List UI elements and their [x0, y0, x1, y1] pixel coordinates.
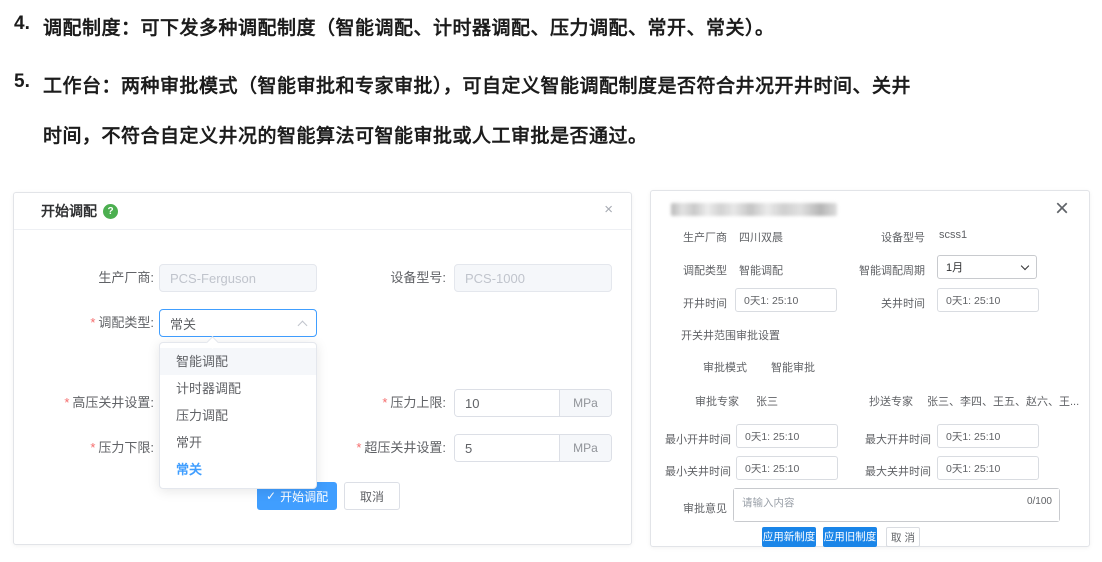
min-open-time-label: 最小开井时间 [651, 431, 731, 447]
device-model-label: 设备型号 [849, 229, 925, 245]
min-close-time-label: 最小关井时间 [651, 463, 731, 479]
close-time-label: 关井时间 [849, 295, 925, 311]
redacted-dialog-title [671, 203, 837, 216]
overpressure-close-input[interactable] [455, 435, 559, 461]
dropdown-option-timer[interactable]: 计时器调配 [160, 375, 316, 402]
approval-expert-value: 张三 [756, 393, 778, 409]
approval-opinion-textarea[interactable] [734, 489, 1059, 521]
dropdown-option-always-open[interactable]: 常开 [160, 429, 316, 456]
check-icon: ✓ [266, 489, 276, 503]
chevron-up-icon [298, 320, 308, 330]
max-open-time-label: 最大开井时间 [851, 431, 931, 447]
approval-mode-label: 审批模式 [671, 359, 747, 375]
list-item-5-number: 5. [14, 71, 30, 93]
list-item-5-text-line2: 时间，不符合自定义井况的智能算法可智能审批或人工审批是否通过。 [43, 121, 648, 148]
cancel-button[interactable]: 取 消 [886, 527, 920, 547]
help-question-icon[interactable]: ? [103, 204, 118, 219]
device-model-value: scss1 [939, 229, 967, 241]
dispatch-type-value: 常关 [170, 314, 299, 333]
start-dispatch-dialog: 开始调配 ? × 生产厂商: 设备型号: *调配类型: 常关 *高压关井设置: … [13, 192, 632, 545]
overpressure-close-field: MPa [454, 434, 612, 462]
pressure-upper-field: MPa [454, 389, 612, 417]
dispatch-type-value: 智能调配 [739, 262, 783, 278]
manufacturer-label: 生产厂商 [651, 229, 727, 245]
device-model-input [454, 264, 612, 292]
manufacturer-value: 四川双晨 [739, 229, 783, 245]
char-counter: 0/100 [1027, 496, 1052, 507]
manufacturer-label: 生产厂商: [14, 264, 154, 292]
dropdown-option-pressure[interactable]: 压力调配 [160, 402, 316, 429]
close-icon[interactable]: × [604, 202, 613, 217]
device-model-label: 设备型号: [314, 264, 446, 292]
cancel-button[interactable]: 取消 [344, 482, 400, 510]
hp-close-setting-label: *高压关井设置: [14, 389, 154, 417]
open-time-label: 开井时间 [651, 295, 727, 311]
list-item-5-text-line1: 工作台：两种审批模式（智能审批和专家审批），可自定义智能调配制度是否符合井况开井… [43, 71, 911, 98]
max-close-time-input[interactable] [937, 456, 1039, 480]
dropdown-option-always-closed[interactable]: 常关 [160, 456, 316, 483]
smart-cycle-label: 智能调配周期 [849, 262, 925, 278]
approval-mode-value: 智能审批 [771, 359, 815, 375]
dispatch-type-select[interactable]: 常关 [159, 309, 317, 337]
cc-experts-value: 张三、李四、王五、赵六、王... [927, 393, 1085, 409]
apply-old-policy-button[interactable]: 应用旧制度 [823, 527, 877, 547]
close-icon[interactable]: × [1055, 197, 1069, 221]
required-mark: * [382, 395, 387, 410]
manufacturer-input [159, 264, 317, 292]
dropdown-caret [206, 336, 219, 349]
close-time-input[interactable] [937, 288, 1039, 312]
pressure-lower-label: *压力下限: [14, 434, 154, 462]
pressure-upper-input[interactable] [455, 390, 559, 416]
pressure-upper-unit: MPa [559, 390, 611, 416]
overpressure-close-unit: MPa [559, 435, 611, 461]
cc-experts-label: 抄送专家 [841, 393, 913, 409]
chevron-down-icon [1021, 261, 1029, 269]
pressure-upper-label: *压力上限: [314, 389, 446, 417]
min-open-time-input[interactable] [736, 424, 838, 448]
approval-expert-label: 审批专家 [651, 393, 739, 409]
required-mark: * [90, 315, 95, 330]
approval-dialog: × 生产厂商 四川双晨 设备型号 scss1 调配类型 智能调配 智能调配周期 … [650, 190, 1090, 547]
dropdown-option-smart[interactable]: 智能调配 [160, 348, 316, 375]
dispatch-type-label: *调配类型: [14, 309, 154, 337]
max-close-time-label: 最大关井时间 [851, 463, 931, 479]
dialog-header: 开始调配 ? [14, 193, 631, 230]
overpressure-close-label: *超压关井设置: [314, 434, 446, 462]
section-title: 开关井范围审批设置 [681, 327, 780, 343]
smart-cycle-value: 1月 [946, 259, 1022, 275]
open-time-input[interactable] [735, 288, 837, 312]
min-close-time-input[interactable] [736, 456, 838, 480]
list-item-4-number: 4. [14, 13, 30, 35]
approval-opinion-field: 0/100 [733, 488, 1060, 522]
dispatch-type-dropdown: 智能调配 计时器调配 压力调配 常开 常关 [159, 342, 317, 489]
required-mark: * [356, 440, 361, 455]
smart-cycle-select[interactable]: 1月 [937, 255, 1037, 279]
apply-new-policy-button[interactable]: 应用新制度 [762, 527, 816, 547]
dispatch-type-label: 调配类型 [651, 262, 727, 278]
max-open-time-input[interactable] [937, 424, 1039, 448]
approval-opinion-label: 审批意见 [651, 500, 727, 516]
required-mark: * [90, 440, 95, 455]
dialog-title: 开始调配 [41, 201, 97, 221]
required-mark: * [64, 395, 69, 410]
list-item-4-text: 调配制度：可下发多种调配制度（智能调配、计时器调配、压力调配、常开、常关）。 [43, 13, 775, 40]
